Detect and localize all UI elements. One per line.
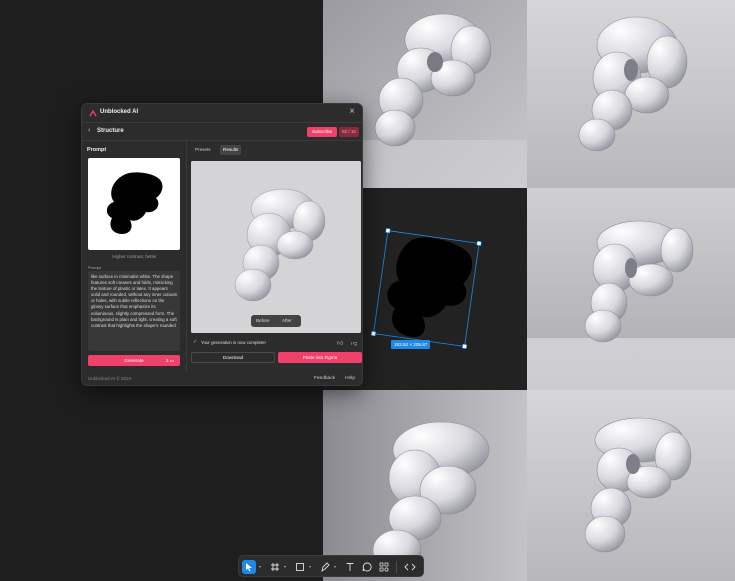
thumbs-down-icon[interactable]: 👎︎ — [351, 339, 357, 347]
text-tool-icon[interactable] — [343, 560, 357, 574]
generated-image-5[interactable] — [323, 390, 527, 581]
dev-mode-icon[interactable] — [402, 560, 418, 574]
credits-badge: 82 / 10 — [339, 127, 359, 137]
bottom-toolbar: ▾ ▾ ▾ ▾ — [238, 555, 424, 577]
move-tool-icon[interactable] — [242, 560, 256, 574]
reference-hint: Higher contrast, better — [112, 254, 157, 259]
paste-into-figma-button[interactable]: Paste into Figma — [278, 352, 362, 363]
comment-tool-icon[interactable] — [360, 560, 374, 574]
close-icon[interactable]: × — [349, 107, 355, 117]
actions-tool-icon[interactable] — [377, 560, 391, 574]
help-link[interactable]: Help — [345, 376, 355, 381]
copyright: Unblocked AI © 2024 — [88, 376, 132, 381]
feedback-link[interactable]: Feedback — [314, 376, 335, 381]
prompt-textarea[interactable]: like surface in minimalist white. The sh… — [88, 271, 180, 351]
after-option[interactable]: After — [282, 318, 292, 323]
plugin-titlebar[interactable]: Unblocked AI × — [82, 104, 362, 123]
status-text: Your generation is now complete! — [201, 340, 266, 345]
back-chevron-icon[interactable]: ‹ — [88, 127, 90, 134]
generated-image-6[interactable] — [527, 390, 735, 581]
chevron-down-icon[interactable]: ▾ — [334, 564, 336, 569]
prompt-panel: Prompt Higher contrast, better Prompt li… — [82, 141, 187, 371]
results-panel: Presets Results Before After ✓ Your gene… — [188, 141, 362, 371]
tab-results[interactable]: Results — [220, 145, 242, 155]
before-option[interactable]: Before — [256, 318, 270, 323]
reference-image[interactable] — [88, 158, 180, 250]
generate-cost: 3 ▭ — [165, 358, 174, 363]
check-icon: ✓ — [193, 339, 198, 345]
download-button[interactable]: Download — [191, 352, 275, 363]
status-row: ✓ Your generation is now complete! 👍︎ 👎︎ — [191, 339, 361, 349]
subscribe-button[interactable]: Subscribe — [307, 127, 337, 137]
before-after-toggle[interactable]: Before After — [251, 315, 301, 327]
plugin-footer: Unblocked AI © 2024 Feedback Help — [82, 371, 362, 385]
tab-presets[interactable]: Presets — [192, 145, 214, 155]
generate-button[interactable]: Generate 3 ▭ — [88, 355, 180, 366]
frame-tool-icon[interactable] — [268, 560, 282, 574]
prompt-heading: Prompt — [87, 147, 107, 153]
selection-size-label: 163.52 × 205.87 — [391, 340, 431, 349]
generated-image-2[interactable] — [527, 0, 735, 188]
result-image[interactable]: Before After — [191, 161, 361, 333]
toolbar-divider — [396, 561, 397, 573]
app-title: Unblocked AI — [100, 109, 139, 115]
shape-tool-icon[interactable] — [293, 560, 307, 574]
thumbs-up-icon[interactable]: 👍︎ — [337, 339, 343, 347]
prompt-label: Prompt — [88, 265, 101, 270]
credit-icon: ▭ — [169, 358, 174, 363]
chevron-down-icon[interactable]: ▾ — [309, 564, 311, 569]
section-title: Structure — [97, 128, 124, 134]
pen-tool-icon[interactable] — [318, 560, 332, 574]
plugin-subbar: ‹ Structure Subscribe 82 / 10 — [82, 123, 362, 141]
chevron-down-icon[interactable]: ▾ — [259, 564, 261, 569]
chevron-down-icon[interactable]: ▾ — [284, 564, 286, 569]
unblocked-logo-icon — [89, 110, 97, 117]
prompt-text: like surface in minimalist white. The sh… — [91, 274, 177, 328]
generated-image-4[interactable] — [527, 188, 735, 390]
plugin-window: Unblocked AI × ‹ Structure Subscribe 82 … — [81, 103, 363, 386]
